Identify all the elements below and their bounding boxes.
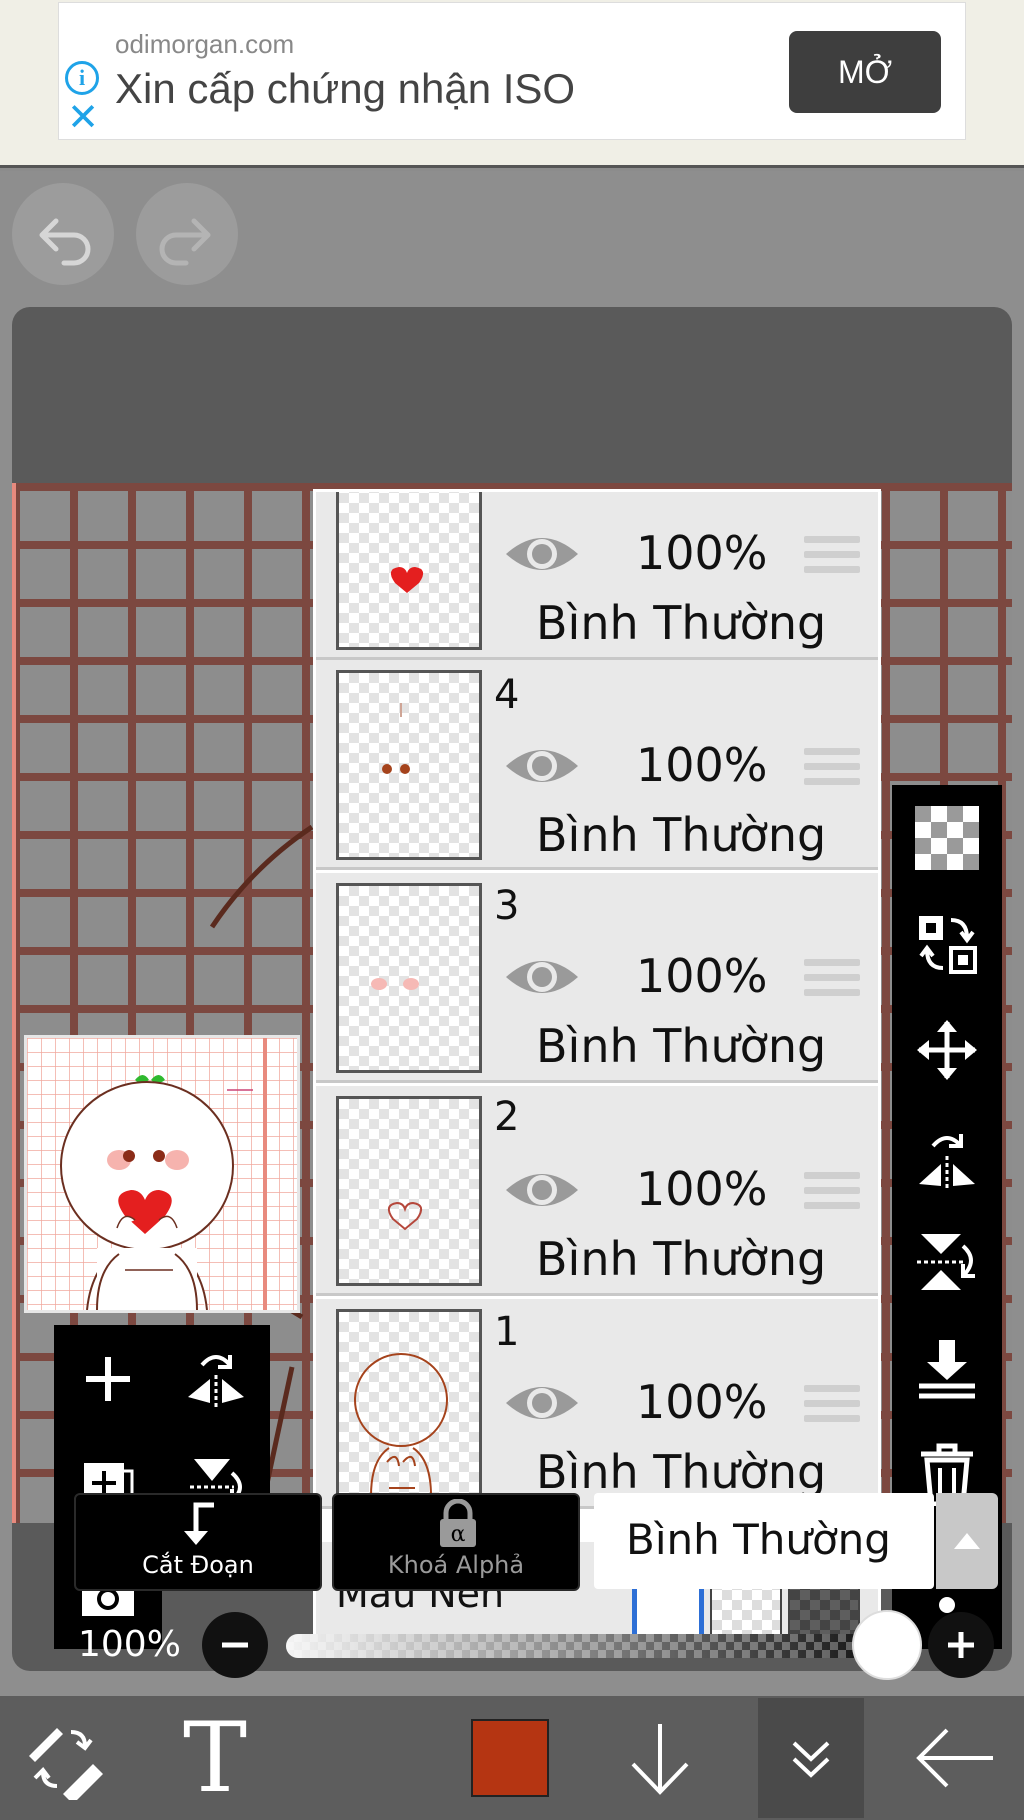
workspace: 5 100% Bình Thường 4 100% B <box>0 171 1024 1696</box>
ad-card[interactable]: i ✕ odimorgan.com Xin cấp chứng nhận ISO… <box>58 2 966 140</box>
brush-eraser-toggle-button[interactable] <box>10 1696 120 1820</box>
opacity-label: 100% <box>78 1624 181 1665</box>
blend-mode-value: Bình Thường <box>626 1515 891 1564</box>
blend-mode-select[interactable]: Bình Thường <box>594 1493 934 1589</box>
flip-horizontal-icon <box>919 1134 975 1188</box>
opacity-slider-thumb[interactable] <box>852 1610 922 1680</box>
ad-banner: i ✕ odimorgan.com Xin cấp chứng nhận ISO… <box>0 0 1024 168</box>
layer-thumbnail <box>336 670 482 860</box>
brush-eraser-icon <box>29 1728 103 1800</box>
layer-blend-mode: Bình Thường <box>536 596 827 650</box>
back-button[interactable] <box>900 1696 1010 1820</box>
ad-title[interactable]: Xin cấp chứng nhận ISO <box>115 65 575 113</box>
eye-icon[interactable] <box>504 1166 580 1214</box>
layer-opacity: 100% <box>636 1162 768 1216</box>
close-icon[interactable]: ✕ <box>65 98 101 136</box>
flip-horizontal-button[interactable] <box>892 1103 1002 1209</box>
color-picker-button[interactable] <box>460 1696 560 1820</box>
layer-opacity: 100% <box>636 738 768 792</box>
info-icon[interactable]: i <box>65 61 99 95</box>
layer-opacity: 100% <box>636 949 768 1003</box>
merge-down-icon <box>919 1340 975 1399</box>
move-icon <box>917 1020 977 1080</box>
scroll-down-button[interactable] <box>610 1696 710 1820</box>
arrow-left-icon <box>916 1728 993 1788</box>
plus-icon <box>948 1632 974 1658</box>
layer-blend-mode: Bình Thường <box>536 1445 827 1499</box>
layer-number: 5 <box>494 492 519 498</box>
checkerboard-icon <box>915 806 979 870</box>
layer-row-2[interactable]: 2 100% Bình Thường <box>316 1086 878 1296</box>
opacity-increase-button[interactable] <box>928 1612 994 1678</box>
drag-handle-icon[interactable] <box>804 959 860 1001</box>
ad-open-button[interactable]: MỞ <box>789 31 941 113</box>
layer-row-1[interactable]: 1 100% Bình Thường <box>316 1299 878 1509</box>
undo-button[interactable] <box>12 183 114 285</box>
layer-thumbnail <box>336 1309 482 1499</box>
merge-down-button[interactable] <box>892 1315 1002 1421</box>
eye-icon[interactable] <box>504 530 580 578</box>
layer-opacity: 100% <box>636 1375 768 1429</box>
alpha-lock-button[interactable]: α Khoá Alphả <box>332 1493 580 1591</box>
layer-thumbnail <box>336 492 482 650</box>
drag-handle-icon[interactable] <box>804 536 860 578</box>
layer-actions-panel <box>54 1325 270 1649</box>
layer-blend-mode: Bình Thường <box>536 808 827 862</box>
eye-icon[interactable] <box>504 953 580 1001</box>
flip-vertical-icon <box>917 1234 975 1290</box>
preview-image <box>27 1038 297 1310</box>
alpha-lock-label: Khoá Alphả <box>387 1551 525 1579</box>
move-button[interactable] <box>892 997 1002 1103</box>
blend-mode-dropdown-button[interactable] <box>936 1493 998 1589</box>
text-tool-button[interactable]: T <box>160 1696 270 1820</box>
eye-icon[interactable] <box>504 1379 580 1427</box>
transparency-button[interactable] <box>892 785 1002 891</box>
bottom-toolbar: T <box>0 1696 1024 1820</box>
drag-handle-icon[interactable] <box>804 1385 860 1427</box>
layer-row-3[interactable]: 3 100% Bình Thường <box>316 873 878 1083</box>
ad-domain: odimorgan.com <box>115 29 295 59</box>
layer-thumbnail <box>336 883 482 1073</box>
layers-panel: 5 100% Bình Thường 4 100% B <box>313 489 881 1647</box>
redo-button[interactable] <box>136 183 238 285</box>
swap-layers-button[interactable] <box>892 891 1002 997</box>
flip-horizontal-icon <box>188 1355 244 1409</box>
eye-icon[interactable] <box>504 742 580 790</box>
drag-handle-icon[interactable] <box>804 1172 860 1214</box>
redo-icon <box>159 218 211 266</box>
minus-icon <box>222 1642 248 1648</box>
layer-number: 3 <box>494 883 520 929</box>
opacity-slider[interactable] <box>286 1634 886 1658</box>
plus-icon <box>86 1357 130 1401</box>
layer-number: 1 <box>494 1309 520 1355</box>
add-layer-button[interactable] <box>54 1325 162 1433</box>
triangle-up-icon <box>954 1533 980 1549</box>
layer-thumbnail <box>336 1096 482 1286</box>
flip-vertical-button[interactable] <box>892 1209 1002 1315</box>
collapse-panel-button[interactable] <box>758 1698 864 1818</box>
layer-number: 2 <box>494 1094 520 1140</box>
arrow-down-icon <box>631 1724 689 1795</box>
opacity-decrease-button[interactable] <box>202 1612 268 1678</box>
clipping-label: Cắt Đoạn <box>142 1551 254 1579</box>
layer-blend-mode: Bình Thường <box>536 1019 827 1073</box>
svg-text:α: α <box>451 1522 466 1547</box>
drag-handle-icon[interactable] <box>804 748 860 790</box>
lock-icon: α <box>440 1499 476 1547</box>
double-chevron-down-icon <box>792 1741 830 1778</box>
layer-blend-mode: Bình Thường <box>536 1232 827 1286</box>
layer-row-4[interactable]: 4 100% Bình Thường <box>316 660 878 870</box>
layer-row-5[interactable]: 5 100% Bình Thường <box>316 492 878 660</box>
layer-number: 4 <box>494 672 520 718</box>
swap-icon <box>919 916 977 974</box>
clipping-button[interactable]: Cắt Đoạn <box>74 1493 322 1591</box>
current-color-swatch <box>471 1719 549 1797</box>
canvas-preview[interactable] <box>24 1035 300 1313</box>
undo-icon <box>39 218 91 266</box>
clip-arrow-icon <box>184 1502 214 1545</box>
flip-layer-horizontal-button[interactable] <box>162 1325 270 1433</box>
layer-opacity: 100% <box>636 526 768 580</box>
text-tool-icon: T <box>182 1702 248 1814</box>
